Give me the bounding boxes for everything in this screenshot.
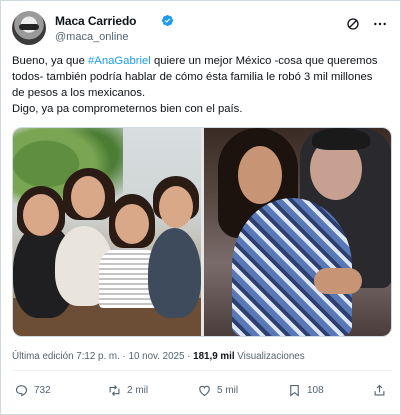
tweet-line-2: todos- también podría hablar de cómo ést… [12,71,373,83]
reply-icon [15,384,28,396]
bookmark-count: 108 [307,384,324,396]
repost-button[interactable]: 2 mil [107,381,148,399]
like-count: 5 mil [217,384,239,396]
share-icon [374,384,385,395]
reply-count: 732 [34,384,51,396]
tweet-timestamp[interactable]: Última edición 7:12 p. m. · 10 nov. 2025… [12,351,305,362]
tweet-line-4: Digo, ya pa comprometernos bien con el p… [12,103,243,115]
tweet-media [12,127,392,337]
person-woman [238,146,282,204]
hands [314,268,362,294]
repost-count: 2 mil [127,384,149,396]
views-count: 181,9 mil [193,351,235,362]
tweet-header: Maca Carriedo @maca_online [12,11,392,47]
grok-icon[interactable] [345,16,361,32]
author-handle[interactable]: @maca_online [55,31,129,43]
tweet-line-3: de pesos a los mexicanos. [12,87,146,99]
photo-group-selfie[interactable] [13,128,201,336]
like-icon [199,385,210,396]
author-name[interactable]: Maca Carriedo [55,14,137,28]
divider [12,370,392,371]
bookmark-icon [290,384,299,397]
tweet-body: Bueno, ya que #AnaGabriel quiere un mejo… [12,53,392,117]
more-icon[interactable] [372,16,388,32]
verified-badge-icon [161,14,174,27]
tweet-line-1: Bueno, ya que #AnaGabriel quiere un mejo… [12,55,378,67]
avatar[interactable] [12,11,46,45]
floral-dress [232,198,352,336]
bookmark-button[interactable]: 108 [287,381,324,399]
photo-couple[interactable] [204,128,391,336]
person-4 [148,228,201,318]
reply-button[interactable]: 732 [14,381,51,399]
action-bar: 732 2 mil 5 mil 108 [12,381,392,399]
like-button[interactable]: 5 mil [197,381,238,399]
share-button[interactable] [372,381,387,399]
repost-icon [109,384,120,396]
hashtag-link[interactable]: #AnaGabriel [88,55,151,67]
tweet-card: Maca Carriedo @maca_online Bueno, ya que… [0,0,401,415]
